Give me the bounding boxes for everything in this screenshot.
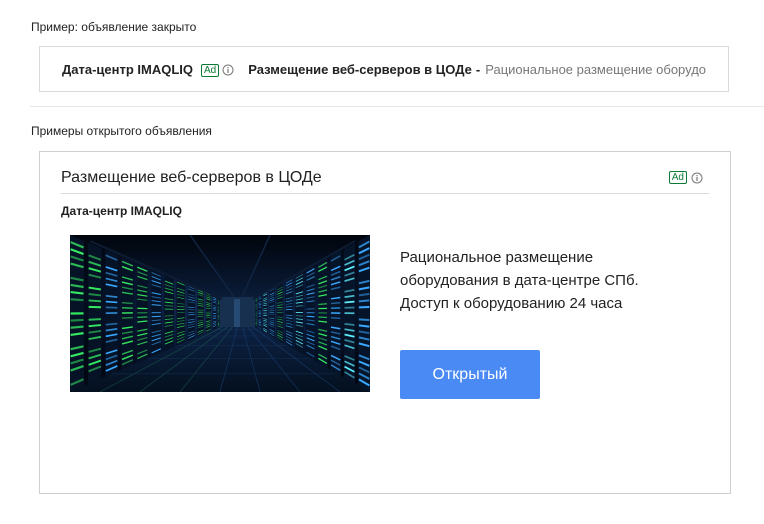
collapsed-ad[interactable]: Дата-центр IMAQLIQ Ad Размещение веб-сер… — [39, 46, 729, 92]
server-light — [358, 318, 370, 322]
info-circle-icon[interactable] — [691, 172, 703, 184]
server-light — [151, 304, 161, 306]
description-line: Доступ к оборудованию 24 часа — [400, 295, 623, 312]
server-light — [121, 301, 133, 305]
description-line: Рациональное размещение — [400, 249, 594, 266]
open-cta-button[interactable]: Открытый — [400, 350, 540, 399]
datacenter-photo[interactable] — [70, 235, 370, 392]
expanded-headline[interactable]: Размещение веб-серверов в ЦОДе — [61, 168, 322, 188]
server-light — [358, 299, 370, 303]
server-light — [70, 318, 84, 322]
server-light — [151, 315, 161, 318]
server-light — [137, 316, 148, 319]
section-divider — [30, 106, 764, 107]
server-light — [358, 324, 370, 328]
server-light — [70, 298, 84, 302]
server-light — [70, 325, 84, 329]
collapsed-advertiser[interactable]: Дата-центр IMAQLIQ — [62, 62, 193, 78]
server-light — [88, 324, 101, 328]
description-line: оборудования в дата-центре СПб. — [400, 272, 639, 289]
server-light — [330, 316, 341, 320]
collapsed-ad-row: Дата-центр IMAQLIQ Ad Размещение веб-сер… — [62, 47, 720, 91]
server-light — [318, 303, 328, 306]
expanded-advertiser[interactable]: Дата-центр IMAQLIQ — [61, 204, 182, 218]
server-light — [330, 301, 341, 305]
expanded-ad-badge: Ad — [668, 171, 687, 184]
collapsed-separator: - — [475, 62, 481, 77]
expanded-ad[interactable]: Размещение веб-серверов в ЦОДе Ad Дата-ц… — [39, 151, 731, 494]
headline-rule — [61, 193, 709, 194]
server-light — [306, 315, 315, 318]
closed-example-caption: Пример: объявление закрыто — [31, 20, 197, 34]
collapsed-description: Рациональное размещение оборудо — [485, 62, 707, 77]
server-light — [105, 300, 118, 304]
server-light — [344, 322, 355, 326]
server-light — [88, 299, 101, 303]
info-circle-icon[interactable] — [222, 64, 234, 76]
expanded-badge-group: Ad — [668, 171, 703, 184]
collapsed-headline[interactable]: Размещение веб-серверов в ЦОДе — [248, 62, 472, 78]
server-light — [318, 316, 328, 319]
server-light — [121, 316, 133, 319]
collapsed-ad-badge: Ad — [201, 63, 220, 77]
server-light — [88, 318, 101, 321]
server-light — [105, 322, 118, 326]
expanded-description: Рациональное размещение оборудования в д… — [400, 246, 700, 315]
server-light — [70, 290, 84, 295]
server-light — [344, 300, 355, 304]
open-example-caption: Примеры открытого объявления — [31, 124, 212, 138]
